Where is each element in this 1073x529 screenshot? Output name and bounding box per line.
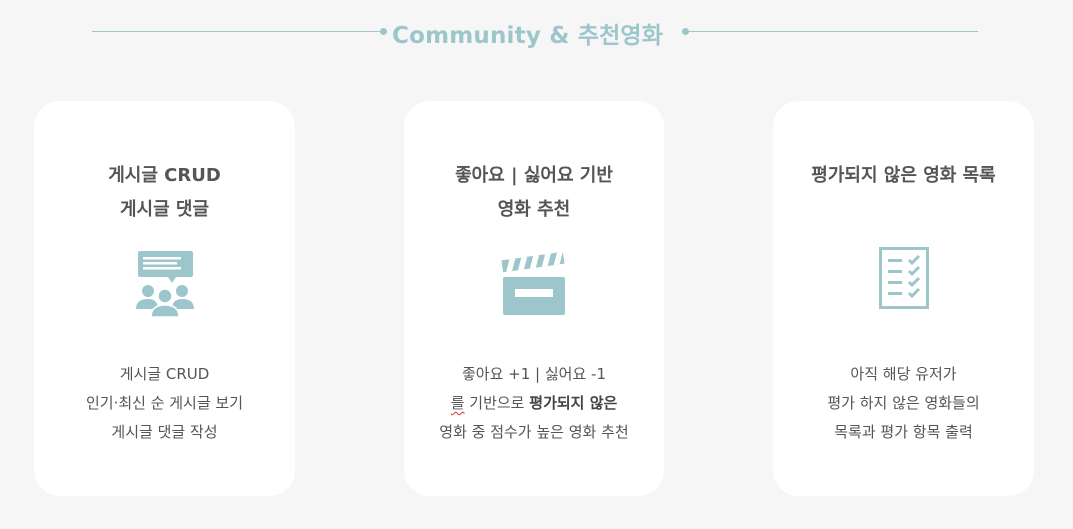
desc-line: 아직 해당 유저가: [850, 365, 957, 383]
card-description: 아직 해당 유저가 평가 하지 않은 영화들의 목록과 평가 항목 출력: [773, 360, 1034, 447]
card-title-line: 게시글 댓글: [119, 199, 210, 220]
card-title: 평가되지 않은 영화 목록: [773, 159, 1034, 193]
desc-line: 평가 하지 않은 영화들의: [827, 394, 980, 412]
card-title-line: 평가되지 않은 영화 목록: [811, 165, 996, 186]
section-header: Community & 추천영화: [0, 0, 1073, 64]
desc-line: 목록과 평가 항목 출력: [834, 423, 973, 441]
desc-prefix: 를: [450, 394, 465, 412]
desc-line: 좋아요 +1 | 싫어요 -1: [462, 365, 606, 383]
card-description: 좋아요 +1 | 싫어요 -1 를 기반으로 평가되지 않은 영화 중 점수가 …: [404, 360, 664, 447]
community-chat-icon: [135, 251, 194, 317]
checklist-icon: [878, 247, 929, 309]
card-description: 게시글 CRUD 인기·최신 순 게시글 보기 게시글 댓글 작성: [34, 360, 295, 447]
desc-line: 를 기반으로 평가되지 않은: [404, 389, 664, 418]
desc-line: 게시글 CRUD: [119, 365, 210, 383]
card-icon-wrap: [404, 251, 664, 317]
header-dot-left: [380, 28, 387, 35]
card-title-line: 좋아요 | 싫어요 기반: [455, 165, 613, 186]
feature-card-unrated-list: 평가되지 않은 영화 목록 아직 해당 유저가 평가 하지 않은 영화들의 목록…: [773, 101, 1034, 496]
card-title-line: 영화 추천: [497, 199, 571, 220]
desc-text: 기반으로: [464, 394, 530, 412]
card-title-line: 게시글 CRUD: [108, 165, 221, 186]
card-title: 게시글 CRUD 게시글 댓글: [34, 159, 295, 227]
card-icon-wrap: [34, 251, 295, 317]
card-title: 좋아요 | 싫어요 기반 영화 추천: [404, 159, 664, 227]
desc-line: 인기·최신 순 게시글 보기: [85, 394, 244, 412]
clapperboard-icon: [501, 251, 565, 315]
feature-card-recommendation: 좋아요 | 싫어요 기반 영화 추천 좋아요 +1 | 싫어요 -1 를 기반으…: [404, 101, 664, 496]
card-icon-wrap: [773, 247, 1034, 309]
feature-card-community: 게시글 CRUD 게시글 댓글 게시글 CRUD 인기·최신 순 게시글 보기 …: [34, 101, 295, 496]
desc-line: 게시글 댓글 작성: [111, 423, 218, 441]
desc-line: 영화 중 점수가 높은 영화 추천: [439, 423, 629, 441]
desc-emphasis: 평가되지 않은: [529, 394, 618, 412]
section-title: Community & 추천영화: [392, 23, 664, 49]
header-divider-left: [92, 31, 383, 32]
header-divider-right: [687, 31, 978, 32]
